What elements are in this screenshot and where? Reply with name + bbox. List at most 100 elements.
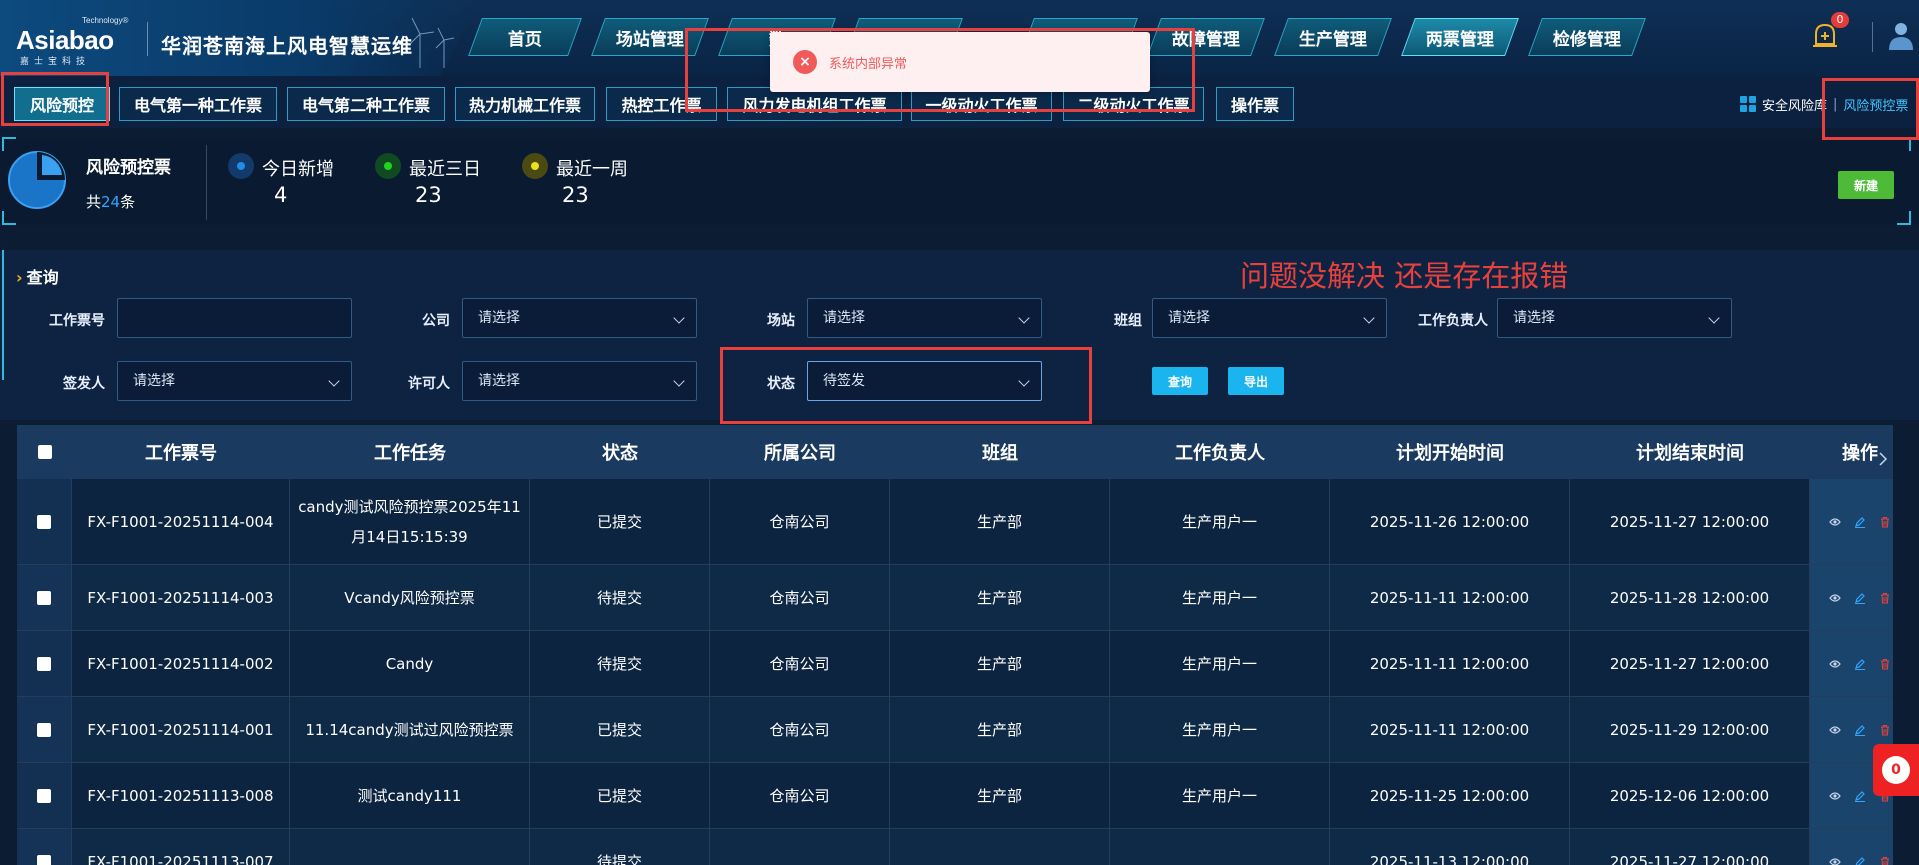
cell-end: 2025-11-28 12:00:00 bbox=[1570, 565, 1810, 630]
view-eye-icon[interactable] bbox=[1828, 516, 1841, 528]
edit-pencil-icon[interactable] bbox=[1854, 856, 1866, 865]
view-eye-icon[interactable] bbox=[1828, 592, 1841, 604]
company-select[interactable]: 请选择 bbox=[462, 298, 697, 338]
table-row[interactable]: FX-F1001-20251113-007 待提交 2025-11-13 12:00… bbox=[17, 829, 1893, 865]
view-eye-icon[interactable] bbox=[1828, 658, 1841, 670]
row-checkbox[interactable] bbox=[37, 514, 51, 529]
select-all-checkbox[interactable] bbox=[37, 445, 52, 459]
cell-no: FX-F1001-20251114-003 bbox=[72, 565, 290, 630]
row-checkbox[interactable] bbox=[37, 722, 51, 737]
table-row[interactable]: FX-F1001-20251114-001 11.14candy测试过风险预控票已… bbox=[17, 697, 1893, 763]
cell-end: 2025-11-27 12:00:00 bbox=[1570, 479, 1810, 564]
export-button[interactable]: 导出 bbox=[1228, 367, 1284, 395]
cell-start: 2025-11-11 12:00:00 bbox=[1330, 631, 1570, 696]
col-plan-start[interactable]: 计划开始时间 bbox=[1330, 425, 1570, 479]
cell-status: 已提交 bbox=[530, 479, 710, 564]
cell-start: 2025-11-26 12:00:00 bbox=[1330, 479, 1570, 564]
col-leader[interactable]: 工作负责人 bbox=[1110, 425, 1330, 479]
table-row[interactable]: FX-F1001-20251114-003 Vcandy风险预控票 待提交 仓南公司生… bbox=[17, 565, 1893, 631]
licensor-select[interactable]: 请选择 bbox=[462, 361, 697, 401]
col-plan-end[interactable]: 计划结束时间 bbox=[1570, 425, 1810, 479]
cell-company: 仓南公司 bbox=[710, 631, 890, 696]
station-label: 场站 bbox=[767, 313, 795, 329]
edit-pencil-icon[interactable] bbox=[1854, 592, 1866, 604]
col-team[interactable]: 班组 bbox=[890, 425, 1110, 479]
station-select[interactable]: 请选择 bbox=[807, 298, 1042, 338]
col-task[interactable]: 工作任务 bbox=[290, 425, 530, 479]
annotation-box-toast bbox=[685, 28, 1195, 112]
tab-thermal-mechanical-ticket[interactable]: 热力机械工作票 bbox=[455, 87, 595, 121]
table-row[interactable]: FX-F1001-20251113-008 测试candy111 已提交 仓南公司 生产… bbox=[17, 763, 1893, 829]
cell-end: 2025-11-27 12:00:00 bbox=[1570, 829, 1810, 865]
ticket-no-label: 工作票号 bbox=[49, 313, 105, 329]
create-button[interactable]: 新建 bbox=[1838, 171, 1894, 199]
row-checkbox[interactable] bbox=[37, 788, 51, 803]
cell-team: 生产部 bbox=[890, 479, 1110, 564]
company-label: 公司 bbox=[422, 313, 450, 329]
stat-divider bbox=[206, 145, 207, 220]
query-title: › 查询 bbox=[16, 268, 59, 287]
row-checkbox[interactable] bbox=[37, 590, 51, 605]
row-checkbox[interactable] bbox=[37, 656, 51, 671]
cell-company bbox=[710, 829, 890, 865]
cell-start: 2025-11-25 12:00:00 bbox=[1330, 763, 1570, 828]
cell-no: FX-F1001-20251114-004 bbox=[72, 479, 290, 564]
tab-electrical-first-ticket[interactable]: 电气第一种工作票 bbox=[119, 87, 277, 121]
team-select[interactable]: 请选择 bbox=[1152, 298, 1387, 338]
nav-two-tickets-management[interactable]: 两票管理 bbox=[1401, 18, 1519, 56]
edit-pencil-icon[interactable] bbox=[1854, 658, 1866, 670]
row-checkbox[interactable] bbox=[37, 854, 51, 865]
col-company[interactable]: 所属公司 bbox=[710, 425, 890, 479]
search-button[interactable]: 查询 bbox=[1152, 367, 1208, 395]
stats-panel: 风险预控票 共24条 今日新增 4 最近三日 23 最近一周 23 新建 bbox=[0, 137, 1919, 225]
cell-end: 2025-11-27 12:00:00 bbox=[1570, 631, 1810, 696]
pie-chart-icon bbox=[8, 151, 66, 209]
floating-counter-button[interactable]: 0 bbox=[1873, 744, 1919, 796]
leader-select[interactable]: 请选择 bbox=[1497, 298, 1732, 338]
cell-status: 已提交 bbox=[530, 697, 710, 762]
view-eye-icon[interactable] bbox=[1828, 724, 1841, 736]
cell-task: candy测试风险预控票2025年11月14日15:15:39 bbox=[290, 479, 530, 564]
cell-company: 仓南公司 bbox=[710, 763, 890, 828]
col-status[interactable]: 状态 bbox=[530, 425, 710, 479]
cell-no: FX-F1001-20251113-008 bbox=[72, 763, 290, 828]
edit-pencil-icon[interactable] bbox=[1854, 790, 1866, 802]
cell-task: 11.14candy测试过风险预控票 bbox=[290, 697, 530, 762]
cell-leader: 生产用户一 bbox=[1110, 763, 1330, 828]
row-select-cell bbox=[17, 631, 72, 696]
edit-pencil-icon[interactable] bbox=[1854, 724, 1866, 736]
user-icon[interactable] bbox=[1886, 20, 1916, 52]
cell-status: 待提交 bbox=[530, 829, 710, 865]
chevron-down-icon bbox=[673, 375, 685, 387]
ticket-no-input[interactable] bbox=[117, 298, 352, 338]
row-select-cell bbox=[17, 479, 72, 564]
chevron-down-icon bbox=[1018, 312, 1030, 324]
nav-home[interactable]: 首页 bbox=[468, 18, 582, 56]
scroll-right-icon[interactable] bbox=[1876, 425, 1896, 865]
nav-maintenance-management[interactable]: 检修管理 bbox=[1528, 18, 1646, 56]
table-row[interactable]: FX-F1001-20251114-004 candy测试风险预控票2025年11… bbox=[17, 479, 1893, 565]
nav-production-management[interactable]: 生产管理 bbox=[1274, 18, 1392, 56]
annotation-text: 问题没解决 还是存在报错 bbox=[1240, 259, 1569, 293]
table-row[interactable]: FX-F1001-20251114-002 Candy 待提交 仓南公司 生产部 生产用户… bbox=[17, 631, 1893, 697]
cell-end: 2025-11-29 12:00:00 bbox=[1570, 697, 1810, 762]
cell-team: 生产部 bbox=[890, 565, 1110, 630]
view-eye-icon[interactable] bbox=[1828, 856, 1841, 865]
cell-status: 待提交 bbox=[530, 631, 710, 696]
issuer-select[interactable]: 请选择 bbox=[117, 361, 352, 401]
chevron-down-icon bbox=[1363, 312, 1375, 324]
table-header: 工作票号 工作任务 状态 所属公司 班组 工作负责人 计划开始时间 计划结束时间… bbox=[17, 425, 1893, 479]
chevron-down-icon bbox=[1708, 312, 1720, 324]
wind-turbine-icon bbox=[409, 17, 455, 68]
link-safety-risk-library[interactable]: 安全风险库 bbox=[1762, 95, 1827, 114]
leader-label: 工作负责人 bbox=[1418, 313, 1488, 329]
col-ticket-no[interactable]: 工作票号 bbox=[72, 425, 290, 479]
cell-team: 生产部 bbox=[890, 697, 1110, 762]
annotation-box-status bbox=[720, 347, 1092, 424]
tab-operation-ticket[interactable]: 操作票 bbox=[1216, 87, 1294, 121]
stat-today-new: 今日新增 4 bbox=[228, 151, 368, 211]
view-eye-icon[interactable] bbox=[1828, 790, 1841, 802]
edit-pencil-icon[interactable] bbox=[1854, 516, 1866, 528]
cell-no: FX-F1001-20251114-001 bbox=[72, 697, 290, 762]
tab-electrical-second-ticket[interactable]: 电气第二种工作票 bbox=[287, 87, 445, 121]
